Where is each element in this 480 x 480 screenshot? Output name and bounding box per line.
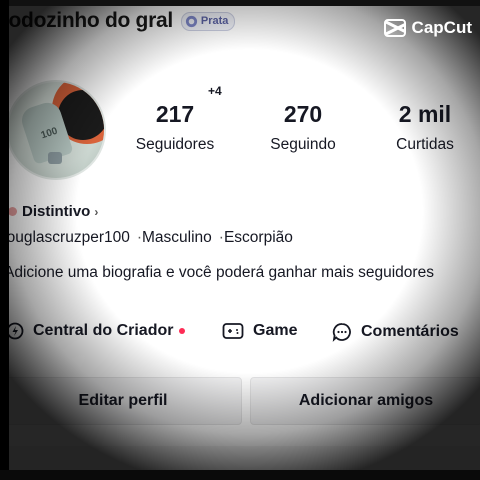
add-friends-button[interactable]: Adicionar amigos [250, 377, 480, 425]
stat-following[interactable]: 270 Seguindo [248, 100, 358, 154]
capcut-logo-icon [383, 19, 406, 37]
top-edge [0, 0, 480, 6]
distintivo-icon [8, 207, 17, 216]
zodiac-sign: Escorpião [223, 229, 293, 246]
distintivo-label: Distintivo [22, 203, 91, 220]
chevron-right-icon: › [94, 204, 99, 219]
comments-link[interactable]: Comentários [332, 322, 459, 342]
gamepad-icon [222, 323, 244, 339]
badge-label: Prata [200, 15, 229, 27]
game-link[interactable]: Game [222, 322, 297, 340]
badge-icon [185, 15, 197, 27]
followers-count: 217 [155, 101, 195, 127]
notification-dot [179, 328, 186, 334]
followers-delta: +4 [208, 84, 222, 98]
likes-count: 2 mil [398, 101, 452, 127]
stat-followers[interactable]: 217 +4 Seguidores [120, 84, 230, 154]
capcut-watermark: CapCut [383, 18, 472, 38]
game-label: Game [253, 322, 298, 339]
avatar-play-icon [48, 152, 62, 164]
likes-label: Curtidas [396, 136, 454, 153]
edit-profile-button[interactable]: Editar perfil [4, 377, 242, 425]
username-row: dodozinho do gral Prata [0, 9, 236, 33]
creator-actions: Central do Criador Game Comentários [0, 322, 480, 348]
creator-center-label: Central do Criador [33, 322, 174, 339]
level-badge[interactable]: Prata [180, 11, 236, 31]
username: dodozinho do gral [0, 9, 173, 32]
handle: douglascruzper100 [0, 229, 130, 246]
bio-prompt[interactable]: Adicione uma biografia e você poderá gan… [4, 262, 444, 283]
following-label: Seguindo [270, 136, 336, 153]
gender: Masculino [142, 229, 212, 246]
comments-label: Comentários [361, 323, 459, 340]
profile-stats: 217 +4 Seguidores 270 Seguindo 2 mil Cur… [120, 84, 472, 160]
comment-icon [332, 323, 351, 342]
followers-label: Seguidores [135, 136, 215, 153]
creator-center-link[interactable]: Central do Criador [6, 322, 186, 340]
bottom-edge [0, 470, 480, 480]
following-count: 270 [283, 101, 323, 127]
stat-likes[interactable]: 2 mil Curtidas [370, 100, 480, 154]
distintivo-link[interactable]: Distintivo › [8, 203, 98, 220]
profile-meta: douglascruzper100 ·Masculino ·Escorpião [0, 229, 293, 247]
avatar[interactable]: 100 [6, 80, 106, 180]
left-edge [0, 0, 9, 480]
capcut-label: CapCut [411, 18, 472, 37]
